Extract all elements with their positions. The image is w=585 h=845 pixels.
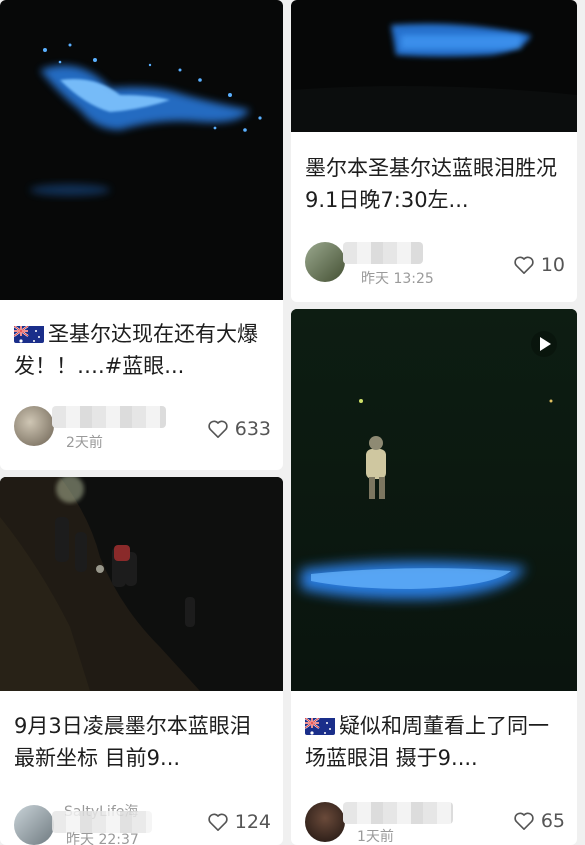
like-count-3: 124 [234, 811, 271, 833]
post-title-4[interactable]: 疑似和周董看上了同一场蓝眼泪 摄于9.... [305, 710, 565, 774]
post-title-3[interactable]: 9月3日凌晨墨尔本蓝眼泪最新坐标 目前9... [14, 710, 271, 774]
post-time-4: 1天前 [357, 829, 394, 845]
post-card-3[interactable]: 9月3日凌晨墨尔本蓝眼泪最新坐标 目前9... SaltyLife海 昨天 22… [0, 477, 283, 845]
post-time-2: 昨天 13:25 [361, 271, 434, 287]
heart-icon [514, 812, 534, 830]
post-card-2[interactable]: 墨尔本圣基尔达蓝眼泪胜况9.1日晚7:30左... 昨天 13:25 10 [291, 0, 577, 302]
author-name-blurred[interactable] [343, 242, 423, 264]
glowing-shore-image [291, 23, 577, 132]
play-icon[interactable] [531, 331, 557, 357]
post-title-1[interactable]: 圣基尔达现在还有大爆发！！….#蓝眼... [14, 318, 271, 382]
australia-flag-icon [305, 715, 335, 735]
post-title-text-4: 疑似和周董看上了同一场蓝眼泪 摄于9.... [305, 714, 549, 770]
post-image-1[interactable] [0, 0, 283, 300]
post-title-text-3: 9月3日凌晨墨尔本蓝眼泪最新坐标 目前9... [14, 714, 251, 770]
author-name-blurred[interactable] [52, 406, 166, 428]
post-card-4[interactable]: 疑似和周董看上了同一场蓝眼泪 摄于9.... 1天前 65 [291, 309, 577, 845]
like-button-3[interactable]: 124 [207, 811, 271, 833]
like-button-1[interactable]: 633 [207, 418, 271, 440]
post-meta-4: 1天前 65 [305, 802, 565, 845]
post-title-text-1: 圣基尔达现在还有大爆发！！….#蓝眼... [14, 322, 258, 378]
australia-flag-icon [14, 323, 44, 343]
post-time-1: 2天前 [66, 435, 103, 451]
avatar[interactable] [14, 406, 54, 446]
post-meta-3: SaltyLife海 昨天 22:37 124 [14, 804, 271, 845]
like-count-4: 65 [540, 810, 565, 832]
post-image-4[interactable] [291, 309, 577, 691]
post-meta-1: 2天前 633 [14, 406, 271, 454]
author-name-blurred[interactable] [343, 802, 453, 824]
avatar[interactable] [305, 242, 345, 282]
post-title-2[interactable]: 墨尔本圣基尔达蓝眼泪胜况9.1日晚7:30左... [305, 152, 565, 216]
post-image-3[interactable] [0, 477, 283, 691]
avatar[interactable] [14, 805, 54, 845]
post-time-3: 昨天 22:37 [66, 832, 139, 845]
like-count-1: 633 [234, 418, 271, 440]
like-button-4[interactable]: 65 [513, 810, 565, 832]
person-in-glowing-water-image [291, 309, 577, 691]
post-meta-2: 昨天 13:25 10 [305, 242, 565, 290]
like-button-2[interactable]: 10 [513, 254, 565, 276]
glowing-wave-image [30, 43, 262, 196]
post-card-1[interactable]: 圣基尔达现在还有大爆发！！….#蓝眼... 2天前 633 [0, 0, 283, 470]
post-title-text-2: 墨尔本圣基尔达蓝眼泪胜况9.1日晚7:30左... [305, 156, 557, 212]
heart-icon [208, 813, 228, 831]
like-count-2: 10 [540, 254, 565, 276]
heart-icon [514, 256, 534, 274]
post-image-2[interactable] [291, 0, 577, 132]
avatar[interactable] [305, 802, 345, 842]
crowd-on-cliff-image [0, 477, 283, 691]
heart-icon [208, 420, 228, 438]
